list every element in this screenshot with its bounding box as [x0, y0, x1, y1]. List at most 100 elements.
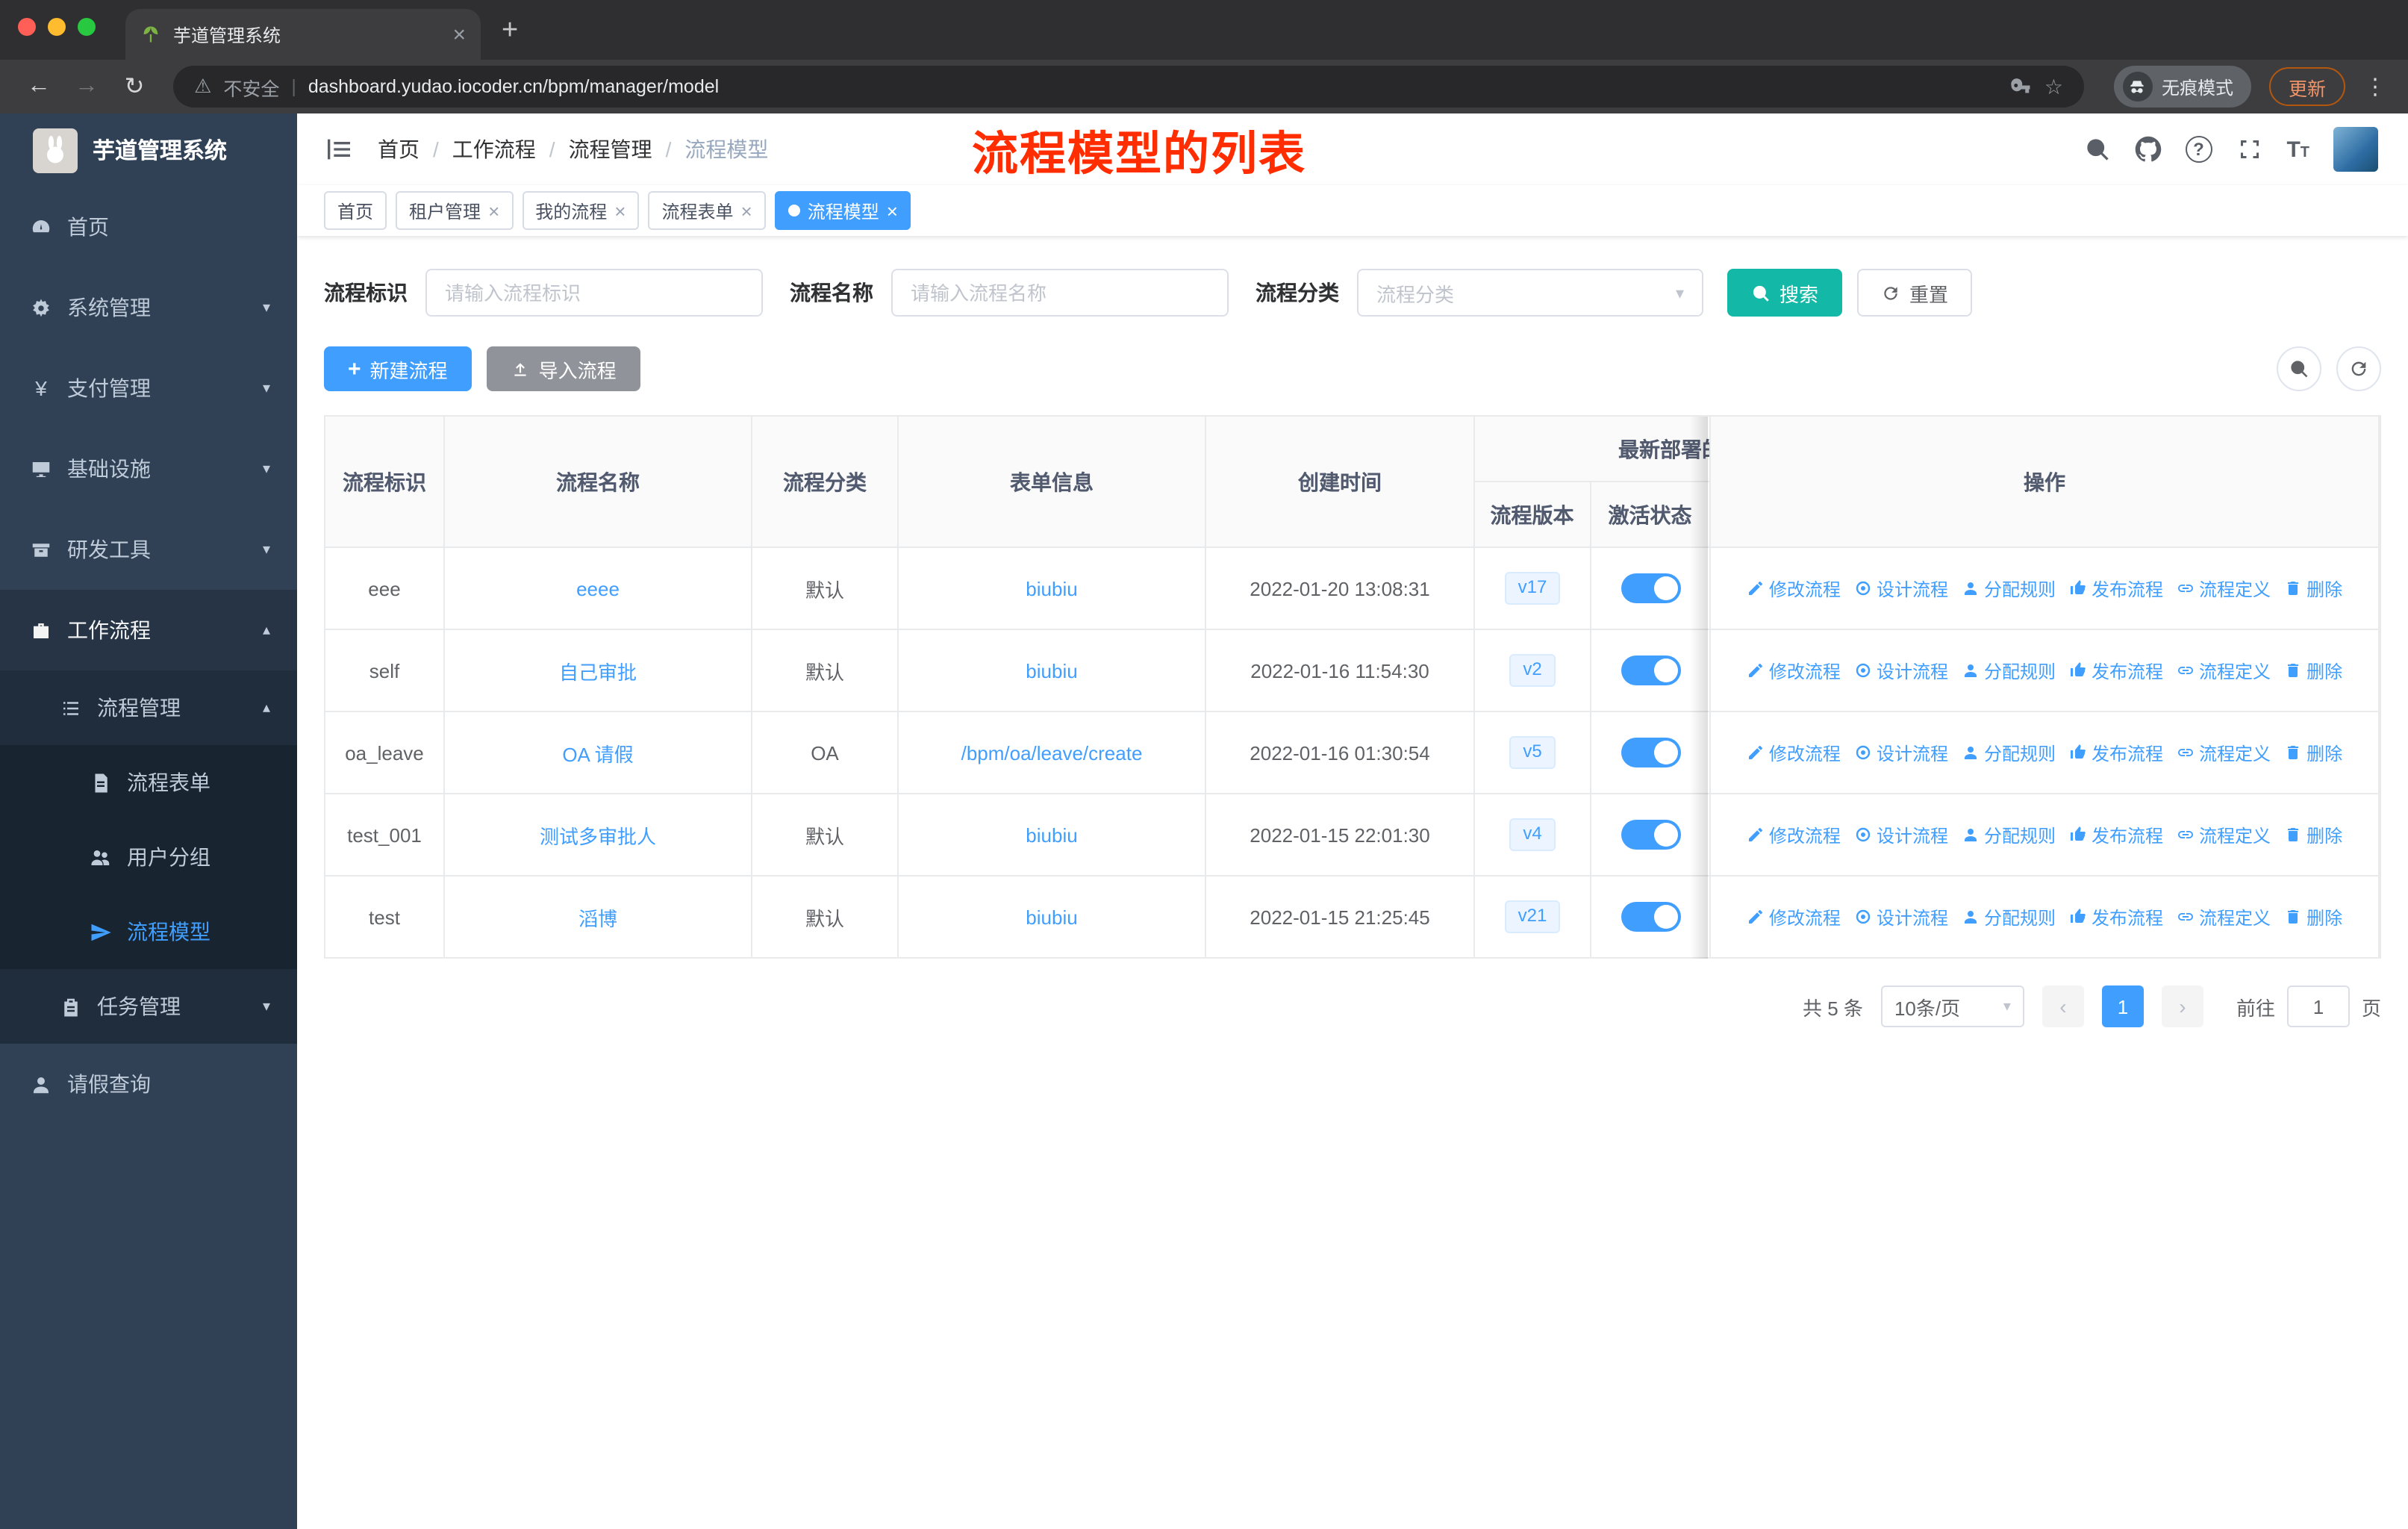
close-icon[interactable]: × [887, 199, 898, 222]
sidebar-item-workflow[interactable]: 工作流程 ▴ [0, 590, 297, 670]
op-modify-process[interactable]: 修改流程 [1747, 904, 1841, 929]
process-key-input[interactable] [425, 269, 763, 317]
active-toggle[interactable] [1621, 820, 1680, 850]
reload-icon[interactable]: ↻ [113, 66, 155, 108]
process-name-link[interactable]: OA 请假 [562, 738, 633, 767]
breadcrumb-item[interactable]: 首页 [378, 134, 419, 164]
op-publish-process[interactable]: 发布流程 [2069, 658, 2163, 683]
op-design-process[interactable]: 设计流程 [1854, 904, 1948, 929]
op-publish-process[interactable]: 发布流程 [2069, 576, 2163, 601]
process-name-link[interactable]: 测试多审批人 [540, 820, 656, 849]
breadcrumb-item[interactable]: 工作流程 [452, 134, 536, 164]
tag-tenant-mgmt[interactable]: 租户管理 × [396, 191, 514, 230]
active-toggle[interactable] [1621, 573, 1680, 603]
github-icon[interactable] [2134, 136, 2161, 163]
op-process-definition[interactable]: 流程定义 [2177, 740, 2271, 765]
tag-home[interactable]: 首页 [324, 191, 387, 230]
active-toggle[interactable] [1621, 655, 1680, 685]
sidebar-item-devtools[interactable]: 研发工具 ▾ [0, 509, 297, 590]
op-publish-process[interactable]: 发布流程 [2069, 822, 2163, 847]
active-toggle[interactable] [1621, 902, 1680, 932]
sidebar-item-home[interactable]: 首页 [0, 187, 297, 267]
address-bar[interactable]: ⚠ 不安全 | dashboard.yudao.iocoder.cn/bpm/m… [173, 66, 2084, 108]
page-size-select[interactable]: 10条/页 ▾ [1880, 985, 2024, 1027]
import-process-button[interactable]: 导入流程 [486, 346, 640, 391]
help-icon[interactable]: ? [2185, 136, 2212, 163]
op-delete[interactable]: 删除 [2284, 576, 2342, 601]
op-modify-process[interactable]: 修改流程 [1747, 822, 1841, 847]
minimize-window-button[interactable] [48, 18, 66, 36]
tag-my-process[interactable]: 我的流程 × [522, 191, 640, 230]
op-design-process[interactable]: 设计流程 [1854, 658, 1948, 683]
op-process-definition[interactable]: 流程定义 [2177, 658, 2271, 683]
refresh-table-button[interactable] [2336, 346, 2381, 391]
op-delete[interactable]: 删除 [2284, 822, 2342, 847]
sidebar-item-process-form[interactable]: 流程表单 [0, 745, 297, 820]
close-icon[interactable]: × [614, 199, 626, 222]
op-modify-process[interactable]: 修改流程 [1747, 740, 1841, 765]
op-assign-rules[interactable]: 分配规则 [1962, 740, 2056, 765]
sidebar-item-payment[interactable]: ¥ 支付管理 ▾ [0, 348, 297, 429]
op-assign-rules[interactable]: 分配规则 [1962, 576, 2056, 601]
forward-icon[interactable]: → [66, 66, 107, 108]
close-tab-icon[interactable]: × [452, 22, 466, 47]
hide-search-button[interactable] [2277, 346, 2321, 391]
bookmark-star-icon[interactable]: ☆ [2044, 74, 2063, 99]
back-icon[interactable]: ← [18, 66, 60, 108]
op-design-process[interactable]: 设计流程 [1854, 822, 1948, 847]
browser-tab[interactable]: 芋道管理系统 × [125, 9, 481, 60]
op-publish-process[interactable]: 发布流程 [2069, 904, 2163, 929]
zoom-window-button[interactable] [78, 18, 96, 36]
op-process-definition[interactable]: 流程定义 [2177, 904, 2271, 929]
update-button[interactable]: 更新 [2268, 67, 2345, 106]
user-avatar[interactable] [2333, 127, 2378, 172]
category-select[interactable]: 流程分类 ▾ [1357, 269, 1703, 317]
op-design-process[interactable]: 设计流程 [1854, 576, 1948, 601]
goto-page-input[interactable] [2286, 985, 2350, 1027]
op-design-process[interactable]: 设计流程 [1854, 740, 1948, 765]
active-toggle[interactable] [1621, 738, 1680, 767]
op-modify-process[interactable]: 修改流程 [1747, 658, 1841, 683]
collapse-sidebar-icon[interactable] [324, 134, 354, 164]
breadcrumb-item[interactable]: 流程管理 [569, 134, 652, 164]
process-name-link[interactable]: 滔博 [578, 903, 617, 931]
sidebar-item-system[interactable]: 系统管理 ▾ [0, 267, 297, 348]
incognito-badge[interactable]: 无痕模式 [2113, 66, 2251, 108]
sidebar-item-process-model[interactable]: 流程模型 [0, 894, 297, 969]
op-process-definition[interactable]: 流程定义 [2177, 822, 2271, 847]
op-delete[interactable]: 删除 [2284, 658, 2342, 683]
sidebar-item-process-mgmt[interactable]: 流程管理 ▴ [0, 670, 297, 745]
op-delete[interactable]: 删除 [2284, 740, 2342, 765]
close-icon[interactable]: × [741, 199, 752, 222]
process-name-input[interactable] [891, 269, 1229, 317]
op-publish-process[interactable]: 发布流程 [2069, 740, 2163, 765]
tag-process-form[interactable]: 流程表单 × [648, 191, 766, 230]
close-icon[interactable]: × [488, 199, 499, 222]
sidebar-item-user-group[interactable]: 用户分组 [0, 820, 297, 894]
new-tab-button[interactable]: + [502, 15, 518, 48]
op-modify-process[interactable]: 修改流程 [1747, 576, 1841, 601]
form-info-link[interactable]: biubiu [1026, 823, 1077, 846]
font-size-icon[interactable]: TT [2286, 137, 2309, 162]
op-assign-rules[interactable]: 分配规则 [1962, 822, 2056, 847]
create-process-button[interactable]: + 新建流程 [324, 346, 472, 391]
browser-menu-icon[interactable]: ⋮ [2360, 73, 2390, 100]
sidebar-item-task-mgmt[interactable]: 任务管理 ▾ [0, 969, 297, 1044]
search-icon[interactable] [2083, 136, 2110, 163]
op-assign-rules[interactable]: 分配规则 [1962, 658, 2056, 683]
op-delete[interactable]: 删除 [2284, 904, 2342, 929]
process-name-link[interactable]: eeee [576, 577, 620, 600]
form-info-link[interactable]: /bpm/oa/leave/create [961, 741, 1143, 764]
search-button[interactable]: 搜索 [1727, 269, 1843, 317]
tag-process-model[interactable]: 流程模型 × [774, 191, 911, 230]
page-number-button[interactable]: 1 [2101, 985, 2144, 1027]
next-page-button[interactable]: › [2161, 985, 2203, 1027]
prev-page-button[interactable]: ‹ [2042, 985, 2084, 1027]
form-info-link[interactable]: biubiu [1026, 577, 1077, 600]
sidebar-item-infrastructure[interactable]: 基础设施 ▾ [0, 429, 297, 509]
process-name-link[interactable]: 自己审批 [559, 656, 637, 685]
op-process-definition[interactable]: 流程定义 [2177, 576, 2271, 601]
sidebar-item-leave-query[interactable]: 请假查询 [0, 1044, 297, 1124]
op-assign-rules[interactable]: 分配规则 [1962, 904, 2056, 929]
fullscreen-icon[interactable] [2236, 136, 2262, 163]
